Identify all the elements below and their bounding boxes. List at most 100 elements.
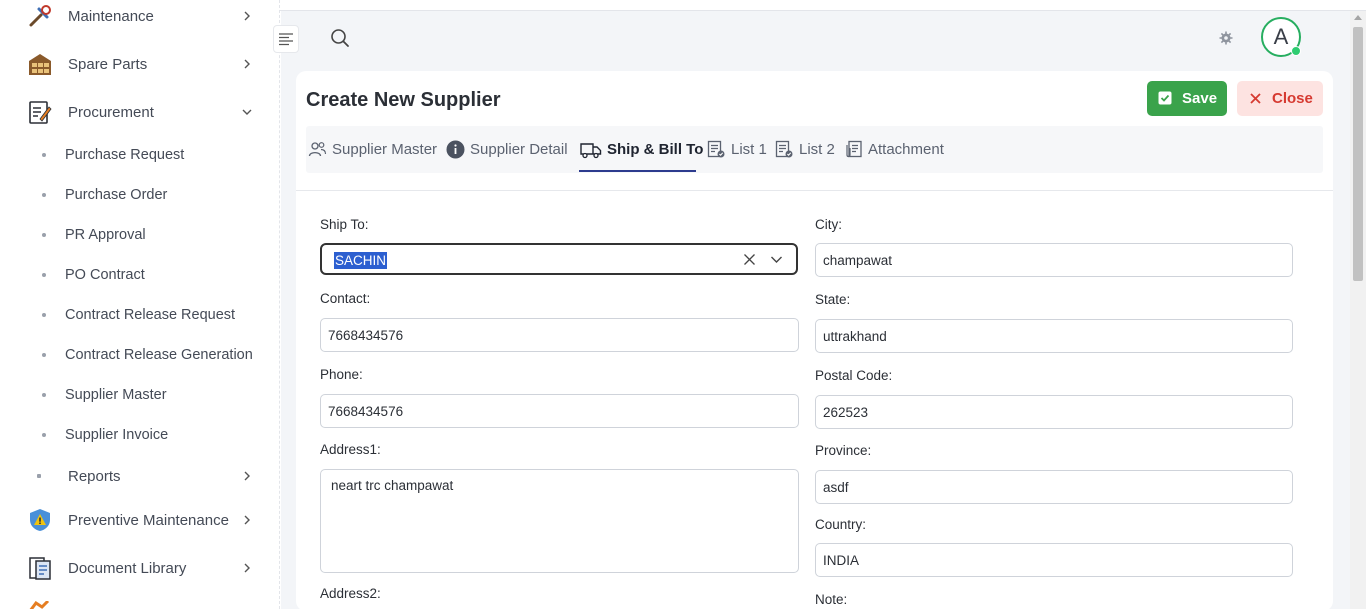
sidebar-item-label: Document Library: [68, 559, 187, 577]
sidebar-item-spare-parts[interactable]: Spare Parts: [0, 44, 279, 84]
close-button[interactable]: Close: [1237, 81, 1323, 116]
state-label: State:: [815, 292, 851, 307]
province-field[interactable]: [815, 470, 1293, 504]
sidebar-subitem-supplier-invoice[interactable]: Supplier Invoice: [0, 420, 279, 450]
tab-bar: Supplier Master Supplier Detail Ship & B…: [306, 126, 1323, 173]
city-field[interactable]: [815, 243, 1293, 277]
active-tab-indicator: [579, 170, 696, 172]
tab-supplier-master[interactable]: Supplier Master: [308, 126, 437, 173]
hamburger-icon: [279, 33, 293, 46]
address1-textarea[interactable]: neart trc champawat: [320, 469, 799, 573]
close-icon: [1250, 93, 1261, 104]
sidebar-item-reports[interactable]: Reports: [0, 456, 279, 496]
tab-supplier-detail[interactable]: Supplier Detail: [446, 126, 568, 173]
tab-label: Supplier Master: [332, 141, 438, 158]
clipboard-edit-icon: [29, 101, 52, 124]
bullet-icon: [42, 233, 46, 237]
bullet-icon: [42, 393, 46, 397]
user-avatar[interactable]: A: [1261, 17, 1301, 57]
sidebar-subitem-label: Purchase Request: [65, 147, 185, 163]
tab-attachment[interactable]: Attachment: [844, 126, 944, 173]
bullet-icon: [42, 153, 46, 157]
warehouse-icon: [29, 54, 51, 75]
address1-label: Address1:: [320, 442, 381, 457]
sidebar-subitem-label: Contract Release Generation: [65, 347, 253, 363]
sidebar-subitem-purchase-order[interactable]: Purchase Order: [0, 180, 279, 210]
save-button-label: Save: [1182, 90, 1218, 107]
tab-label: Supplier Detail: [470, 141, 568, 158]
chevron-right-icon: [244, 11, 250, 21]
tab-ship-bill-to[interactable]: Ship & Bill To: [580, 126, 703, 173]
chevron-down-icon[interactable]: [770, 255, 783, 264]
sidebar-subitem-purchase-request[interactable]: Purchase Request: [0, 140, 279, 170]
postal-code-field[interactable]: [815, 395, 1293, 429]
users-icon: [308, 142, 327, 157]
sidebar-item-preventive-maintenance[interactable]: Preventive Maintenance: [0, 500, 279, 540]
phone-label: Phone:: [320, 367, 363, 382]
scroll-up-arrow-icon[interactable]: [1354, 15, 1362, 20]
state-field[interactable]: [815, 319, 1293, 353]
partial-menu-icon: [29, 601, 50, 609]
sidebar-item-label: Preventive Maintenance: [68, 511, 229, 529]
menu-toggle-button[interactable]: [273, 25, 299, 53]
avatar-letter: A: [1273, 24, 1289, 49]
bullet-icon: [42, 273, 46, 277]
warning-shield-icon: [30, 509, 50, 531]
vertical-scrollbar[interactable]: [1350, 11, 1366, 609]
bullet-icon: [42, 313, 46, 317]
bullet-icon: [42, 353, 46, 357]
city-label: City:: [815, 217, 842, 232]
contact-label: Contact:: [320, 291, 371, 306]
list-check-icon: [775, 140, 793, 158]
ship-to-label: Ship To:: [320, 217, 369, 232]
tab-list-1[interactable]: List 1: [707, 126, 767, 173]
chevron-right-icon: [244, 471, 250, 481]
sidebar-subitem-contract-release-request[interactable]: Contract Release Request: [0, 300, 279, 330]
close-button-label: Close: [1272, 90, 1313, 107]
phone-field[interactable]: [320, 394, 799, 428]
bullet-icon: [37, 474, 41, 478]
sidebar-item-label: Spare Parts: [68, 55, 148, 73]
bullet-icon: [42, 433, 46, 437]
sidebar-subitem-label: PO Contract: [65, 267, 145, 283]
truck-icon: [580, 143, 602, 159]
tab-list-2[interactable]: List 2: [775, 126, 835, 173]
sidebar-item-maintenance[interactable]: Maintenance: [0, 0, 279, 36]
info-icon: [446, 140, 465, 159]
gear-icon[interactable]: [1219, 31, 1233, 45]
sidebar-subitem-label: Purchase Order: [65, 187, 168, 203]
sidebar-item-label: Procurement: [68, 103, 154, 121]
search-icon[interactable]: [329, 27, 351, 49]
sidebar-subitem-label: Supplier Invoice: [65, 427, 169, 443]
sidebar-subitem-po-contract[interactable]: PO Contract: [0, 260, 279, 290]
bullet-icon: [42, 193, 46, 197]
sidebar-subitem-label: Contract Release Request: [65, 307, 236, 323]
contact-field[interactable]: [320, 318, 799, 352]
supplier-form-card: Create New Supplier Save Close Supplier …: [296, 71, 1333, 609]
country-field[interactable]: [815, 543, 1293, 577]
ship-to-select[interactable]: SACHIN: [320, 243, 798, 275]
online-status-icon: [1291, 46, 1301, 56]
sidebar-subitem-label: Supplier Master: [65, 387, 167, 403]
save-button[interactable]: Save: [1147, 81, 1227, 116]
clear-icon[interactable]: [743, 253, 756, 266]
sidebar-subitem-supplier-master[interactable]: Supplier Master: [0, 380, 279, 410]
tab-label: List 1: [731, 141, 767, 158]
tools-icon: [29, 5, 51, 27]
chevron-right-icon: [244, 563, 250, 573]
sidebar-item-document-library[interactable]: Document Library: [0, 548, 279, 588]
divider: [296, 190, 1333, 191]
sidebar-item-procurement[interactable]: Procurement: [0, 92, 279, 132]
ship-to-selected-value: SACHIN: [334, 252, 388, 269]
tab-label: List 2: [799, 141, 835, 158]
sidebar-subitem-contract-release-generation[interactable]: Contract Release Generation: [0, 340, 279, 370]
chevron-right-icon: [244, 515, 250, 525]
sidebar: Maintenance Spare Parts Procurement Purc…: [0, 0, 280, 609]
attachment-icon: [846, 140, 862, 158]
scrollbar-thumb[interactable]: [1353, 27, 1363, 281]
main-content: A Create New Supplier Save Close Supplie…: [273, 11, 1350, 609]
chevron-right-icon: [244, 59, 250, 69]
page-title: Create New Supplier: [306, 89, 501, 111]
sidebar-subitem-pr-approval[interactable]: PR Approval: [0, 220, 279, 250]
country-label: Country:: [815, 517, 867, 532]
